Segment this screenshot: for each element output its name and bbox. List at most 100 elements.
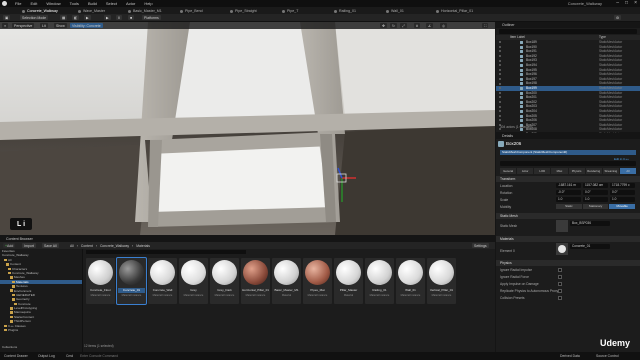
menu-build[interactable]: Build — [88, 1, 97, 6]
stop-icon[interactable]: ■ — [128, 15, 135, 20]
visibility-eye-icon[interactable] — [499, 54, 501, 57]
visibility-eye-icon[interactable] — [499, 100, 501, 103]
details-tab[interactable]: Rendering — [585, 168, 602, 174]
component-row[interactable]: StaticMeshComponent (StaticMeshComponent… — [500, 150, 636, 155]
menu-window[interactable]: Window — [46, 1, 60, 6]
physics-checkbox[interactable] — [558, 275, 562, 279]
viewport-menu-icon[interactable]: ≡ — [2, 23, 9, 28]
scale-z-field[interactable]: 1.0 — [610, 197, 635, 202]
content-drawer-button[interactable]: Content Drawer — [4, 354, 28, 358]
scale-icon[interactable]: ⤢ — [400, 23, 407, 28]
visibility-eye-icon[interactable] — [499, 45, 501, 48]
physics-checkbox[interactable] — [558, 296, 562, 300]
asset-tile[interactable]: Grey Material Instance — [179, 258, 208, 304]
play-icon[interactable]: ▶ — [104, 15, 111, 20]
visibility-eye-icon[interactable] — [499, 64, 501, 67]
platforms-dropdown[interactable]: Platforms — [142, 15, 161, 20]
breadcrumb-all[interactable]: All — [70, 244, 74, 248]
settings-button[interactable]: Settings — [472, 243, 489, 248]
rotate-icon[interactable]: ↻ — [390, 23, 397, 28]
viewport-scene[interactable] — [0, 22, 495, 235]
asset-tile[interactable]: Concrete_Wall Material Instance — [148, 258, 177, 304]
asset-tile[interactable]: Concrete_01 Material Instance — [116, 257, 147, 305]
folder-item[interactable]: Plugins — [0, 328, 82, 332]
asset-tile[interactable]: Grey_Dark Material Instance — [210, 258, 239, 304]
location-x-field[interactable]: -1887.161 m — [556, 183, 581, 188]
details-search-input[interactable] — [500, 161, 636, 166]
material-thumbnail[interactable] — [556, 243, 568, 255]
visibility-eye-icon[interactable] — [499, 68, 501, 71]
location-z-field[interactable]: 1718.7799 c — [610, 183, 635, 188]
visibility-eye-icon[interactable] — [499, 114, 501, 117]
grid-snap-icon[interactable]: # — [414, 23, 420, 28]
material-dropdown[interactable]: Concrete_01 — [570, 244, 610, 249]
maximize-viewport-icon[interactable]: ⛶ — [482, 23, 489, 28]
physics-checkbox[interactable] — [558, 282, 562, 286]
import-button[interactable]: Import — [22, 243, 36, 248]
visibility-eye-icon[interactable] — [499, 91, 501, 94]
visibility-eye-icon[interactable] — [499, 110, 501, 113]
asset-tile[interactable]: Vertical_Pillar_01 Material Instance — [427, 258, 456, 304]
asset-tile[interactable]: Basic_Master_M1 Material — [272, 258, 301, 304]
translate-icon[interactable]: ✥ — [380, 23, 387, 28]
settings-icon[interactable]: ⚙ — [614, 15, 622, 20]
menu-select[interactable]: Select — [106, 1, 117, 6]
asset-tile[interactable]: Horizontal_Pillar_01 Material Instance — [241, 258, 270, 304]
cinematics-icon[interactable]: ▶ — [84, 15, 91, 20]
derived-data-button[interactable]: Derived Data — [560, 354, 580, 358]
content-icon[interactable]: ▦ — [60, 15, 68, 20]
outliner-search-input[interactable] — [499, 29, 637, 34]
visibility-eye-icon[interactable] — [499, 73, 501, 76]
visibility-eye-icon[interactable] — [499, 77, 501, 80]
perspective-dropdown[interactable]: Perspective — [12, 23, 35, 28]
mobility-movable[interactable]: Movable — [609, 204, 636, 209]
visibility-eye-icon[interactable] — [499, 59, 501, 62]
mobility-stationary[interactable]: Stationary — [582, 204, 609, 209]
visibility-badge[interactable]: Visibility: Concrete — [70, 23, 103, 28]
details-tab[interactable]: All — [619, 168, 636, 174]
cmd-dropdown[interactable]: Cmd — [66, 354, 73, 358]
collections-header[interactable]: Collections — [0, 345, 17, 349]
details-tab[interactable]: Streaming — [602, 168, 619, 174]
selection-mode-dropdown[interactable]: Selection Mode — [20, 15, 49, 20]
transform-section[interactable]: Transform — [496, 176, 640, 182]
maximize-icon[interactable]: □ — [625, 0, 628, 6]
visibility-eye-icon[interactable] — [499, 105, 501, 108]
physics-checkbox[interactable] — [558, 268, 562, 272]
details-tab[interactable]: Physics — [568, 168, 585, 174]
menu-edit[interactable]: Edit — [30, 1, 37, 6]
asset-tile[interactable]: Railing_01 Material Instance — [365, 258, 394, 304]
minimize-icon[interactable]: – — [616, 0, 619, 6]
visibility-eye-icon[interactable] — [499, 119, 501, 122]
menu-file[interactable]: File — [15, 1, 21, 6]
asset-tile[interactable]: Concrete_Floor Material Instance — [86, 258, 115, 304]
add-button[interactable]: + Add — [3, 243, 16, 248]
lit-dropdown[interactable]: Lit — [40, 23, 48, 28]
pause-icon[interactable]: Ⅱ — [116, 15, 122, 20]
angle-snap-icon[interactable]: ∠ — [426, 23, 434, 28]
asset-tile[interactable]: Wall_01 Material Instance — [396, 258, 425, 304]
close-icon[interactable]: × — [634, 0, 637, 6]
visibility-eye-icon[interactable] — [499, 96, 501, 99]
visibility-eye-icon[interactable] — [499, 50, 501, 53]
scale-y-field[interactable]: 1.0 — [583, 197, 608, 202]
asset-search-input[interactable] — [86, 250, 246, 254]
menu-help[interactable]: Help — [144, 1, 152, 6]
materials-section[interactable]: Materials — [496, 236, 640, 242]
level-viewport[interactable]: ≡ Perspective Lit Show Visibility: Concr… — [0, 22, 495, 235]
menu-tools[interactable]: Tools — [70, 1, 79, 6]
camera-speed-icon[interactable]: ◎ — [440, 23, 448, 28]
static-mesh-section[interactable]: Static Mesh — [496, 213, 640, 219]
physics-checkbox[interactable] — [558, 289, 562, 293]
menu-actor[interactable]: Actor — [126, 1, 135, 6]
details-tab[interactable]: Actor — [517, 168, 534, 174]
details-tab[interactable]: LOD — [534, 168, 551, 174]
location-y-field[interactable]: 1157.082 cm — [583, 183, 608, 188]
asset-tile[interactable]: Pillar_Master Material — [334, 258, 363, 304]
rotation-x-field[interactable]: -0.0° — [556, 190, 581, 195]
scale-x-field[interactable]: 1.0 — [556, 197, 581, 202]
rotation-y-field[interactable]: 0.0° — [583, 190, 608, 195]
visibility-eye-icon[interactable] — [499, 41, 501, 44]
breadcrumb-materials[interactable]: Materials — [136, 244, 150, 248]
output-log-button[interactable]: Output Log — [38, 354, 55, 358]
